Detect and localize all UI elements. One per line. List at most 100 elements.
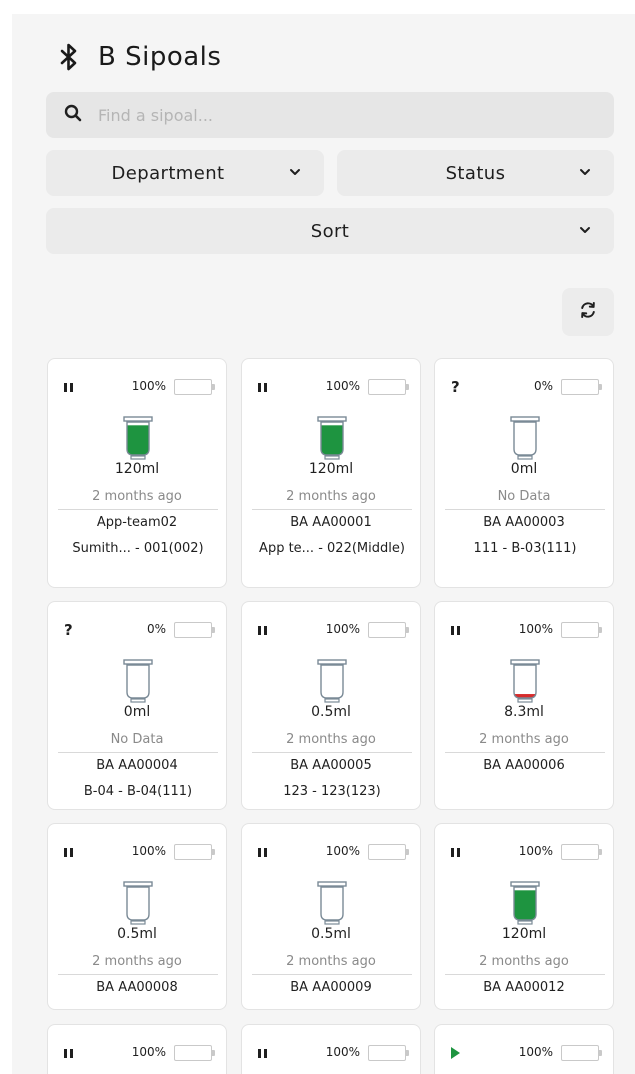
card-divider [252,752,412,753]
cup-icon [123,416,153,460]
last-updated: No Data [110,732,164,747]
card-status-row: 100% [242,1043,420,1063]
app-header: B Sipoals [54,42,221,72]
battery-icon [368,844,409,860]
cup-icon [510,881,540,925]
battery-icon [368,1045,409,1061]
last-updated: 2 months ago [479,732,569,747]
battery-icon [368,379,409,395]
sipoal-card-1[interactable]: 100% 120ml 2 months ago App-team02 Sumit… [47,358,227,588]
volume-value: 0.5ml [311,704,351,720]
device-location: B-04 - B-04(111) [83,784,193,799]
device-id: BA AA00005 [290,758,372,773]
card-status-row: 100% [48,377,226,397]
last-updated: 2 months ago [286,732,376,747]
page-title: B Sipoals [98,42,222,72]
department-dropdown[interactable]: Department [46,150,324,196]
card-status-row: 100% [435,620,613,640]
pause-icon [258,620,272,640]
battery-percent: 100% [518,844,553,858]
sort-dropdown[interactable]: Sort [46,208,614,254]
card-status-row: 100% [48,1043,226,1063]
card-status-row: 100% [435,1043,613,1063]
chevron-down-icon [580,227,590,233]
battery-icon [174,844,215,860]
sipoal-card-7[interactable]: 100% 0.5ml 2 months ago BA AA00008 [47,823,227,1010]
pause-icon [258,377,272,397]
pause-icon [64,377,78,397]
battery-icon [174,1045,215,1061]
department-dropdown-label: Department [111,162,225,184]
pause-icon [64,1043,78,1063]
volume-value: 0ml [123,704,151,720]
battery-percent: 100% [131,844,166,858]
chevron-down-icon [290,169,300,175]
card-divider [58,509,218,510]
pause-icon [64,842,78,862]
battery-icon [368,622,409,638]
volume-value: 120ml [308,461,354,477]
pause-icon [451,842,465,862]
last-updated: No Data [497,489,551,504]
device-location: 111 - B-03(111) [473,541,577,556]
card-divider [58,974,218,975]
status-dropdown[interactable]: Status [337,150,614,196]
pause-icon [258,842,272,862]
search-bar[interactable] [46,92,614,138]
battery-icon [174,622,215,638]
card-status-row: ? 0% [48,620,226,640]
sipoal-card-8[interactable]: 100% 0.5ml 2 months ago BA AA00009 [241,823,421,1010]
battery-percent: 100% [518,1045,553,1059]
last-updated: 2 months ago [479,954,569,969]
app-screen: B Sipoals Department Status Sort [12,14,635,1074]
sipoal-card-5[interactable]: 100% 0.5ml 2 months ago BA AA00005 123 -… [241,601,421,810]
battery-icon [561,1045,602,1061]
battery-icon [561,844,602,860]
battery-percent: 0% [146,622,166,636]
sipoal-card-9[interactable]: 100% 120ml 2 months ago BA AA00012 [434,823,614,1010]
battery-percent: 100% [131,1045,166,1059]
last-updated: 2 months ago [286,489,376,504]
device-id: App-team02 [96,515,178,530]
card-divider [445,974,605,975]
sipoal-card-2[interactable]: 100% 120ml 2 months ago BA AA00001 App t… [241,358,421,588]
sipoal-card-11[interactable]: 100% [241,1024,421,1074]
device-id: BA AA00008 [96,980,178,995]
sipoal-card-6[interactable]: 100% 8.3ml 2 months ago BA AA00006 [434,601,614,810]
volume-value: 0.5ml [117,926,157,942]
sort-dropdown-label: Sort [310,220,350,242]
search-input[interactable] [98,105,578,125]
card-status-row: 100% [48,842,226,862]
card-divider [252,974,412,975]
battery-percent: 100% [325,379,360,393]
play-icon [451,1043,465,1063]
card-status-row: 100% [242,842,420,862]
unknown-status-icon: ? [64,621,73,639]
cup-icon [123,881,153,925]
refresh-button[interactable] [562,288,614,336]
volume-value: 120ml [114,461,160,477]
pause-icon [258,1043,272,1063]
card-status-row: 100% [242,620,420,640]
unknown-status-icon: ? [451,378,460,396]
card-divider [445,509,605,510]
cup-icon [317,416,347,460]
sipoal-card-4[interactable]: ? 0% 0ml No Data BA AA00004 B-04 - B-04(… [47,601,227,810]
battery-icon [174,379,215,395]
cup-icon [123,659,153,703]
battery-icon [561,622,602,638]
device-id: BA AA00001 [290,515,372,530]
sipoal-card-3[interactable]: ? 0% 0ml No Data BA AA00003 111 - B-03(1… [434,358,614,588]
battery-percent: 100% [325,1045,360,1059]
battery-percent: 100% [518,622,553,636]
device-location: App te... - 022(Middle) [259,541,405,556]
device-id: BA AA00003 [483,515,565,530]
status-dropdown-label: Status [445,162,506,184]
battery-percent: 100% [325,622,360,636]
card-divider [58,752,218,753]
device-location: 123 - 123(123) [283,784,381,799]
sipoal-card-10[interactable]: 100% [47,1024,227,1074]
sipoal-card-12[interactable]: 100% [434,1024,614,1074]
card-status-row: 100% [435,842,613,862]
cup-icon [510,416,540,460]
